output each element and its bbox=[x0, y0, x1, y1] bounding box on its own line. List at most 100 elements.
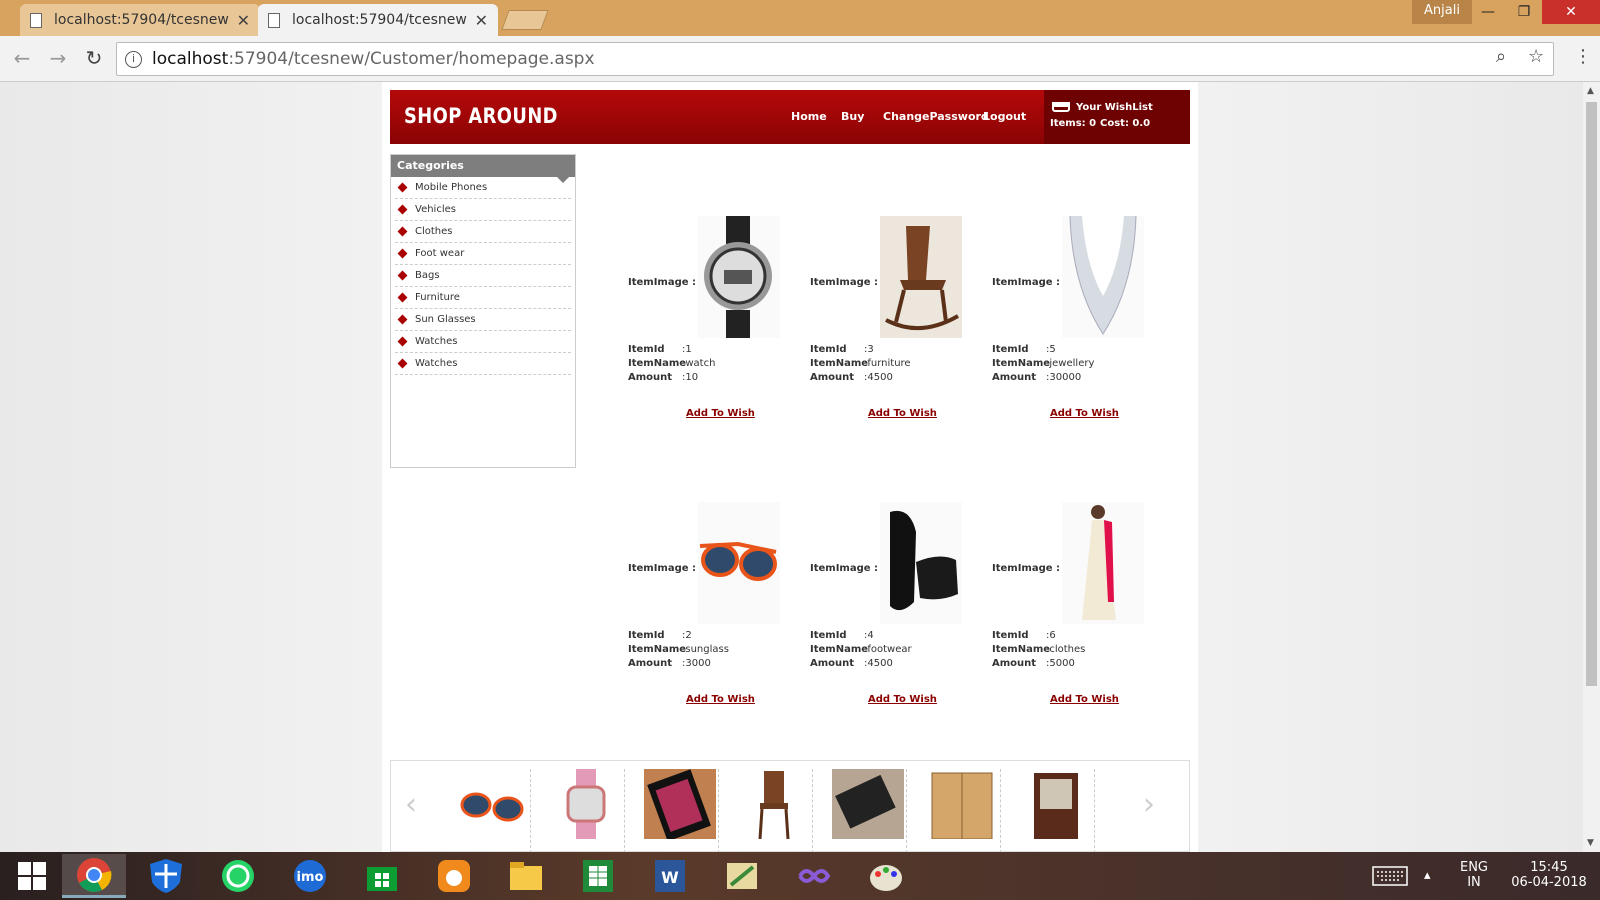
file-explorer-icon[interactable] bbox=[494, 854, 558, 898]
scrollbar-thumb[interactable] bbox=[1586, 102, 1597, 686]
nav-change-password[interactable]: ChangePassword bbox=[883, 110, 989, 123]
svg-text:W: W bbox=[661, 868, 679, 887]
reload-icon[interactable]: ↻ bbox=[80, 46, 108, 70]
carousel-item[interactable] bbox=[827, 769, 907, 852]
carousel-prev-icon[interactable]: ‹ bbox=[405, 787, 417, 822]
visual-studio-icon[interactable] bbox=[782, 854, 846, 898]
carousel-item[interactable] bbox=[545, 769, 625, 852]
product-card: ItemImage : ItemId:6 ItemName:clothes Am… bbox=[992, 502, 1172, 742]
item-id: :2 bbox=[682, 630, 692, 641]
keyboard-icon[interactable] bbox=[1372, 866, 1408, 890]
tool-icon[interactable] bbox=[710, 854, 774, 898]
category-item[interactable]: Sun Glasses bbox=[395, 309, 571, 331]
forward-icon[interactable]: → bbox=[44, 46, 72, 70]
tag-icon bbox=[397, 182, 408, 193]
maximize-button[interactable]: ❐ bbox=[1506, 0, 1542, 24]
amount-label: Amount bbox=[992, 372, 1037, 383]
nav-home[interactable]: Home bbox=[791, 110, 827, 123]
new-tab-button[interactable] bbox=[501, 10, 549, 30]
item-name: :jewellery bbox=[1046, 358, 1095, 369]
carousel-next-icon[interactable]: › bbox=[1143, 787, 1155, 822]
wardrobe-thumb bbox=[931, 772, 993, 839]
pink-watch-thumb bbox=[566, 769, 606, 839]
sunglasses-image bbox=[698, 502, 780, 624]
category-item[interactable]: Watches bbox=[395, 331, 571, 353]
item-name: :footwear bbox=[864, 644, 912, 655]
tag-icon bbox=[397, 314, 408, 325]
category-item[interactable]: Mobile Phones bbox=[395, 177, 571, 199]
product-card: ItemImage : ItemId:1 ItemName:watch Amou… bbox=[628, 216, 808, 456]
category-item[interactable]: Bags bbox=[395, 265, 571, 287]
item-amount: :3000 bbox=[682, 658, 711, 669]
svg-text:imo: imo bbox=[297, 870, 324, 885]
scroll-down-icon[interactable]: ▼ bbox=[1587, 838, 1594, 848]
site-logo[interactable]: SHOP AROUND bbox=[404, 104, 558, 128]
nav-buy[interactable]: Buy bbox=[841, 110, 864, 123]
url-path: :57904/tcesnew/Customer/homepage.aspx bbox=[228, 49, 595, 69]
amount-label: Amount bbox=[810, 372, 855, 383]
whatsapp-icon[interactable] bbox=[206, 854, 270, 898]
product-card: ItemImage : ItemId:5 ItemName:jewellery … bbox=[992, 216, 1172, 456]
chrome-icon[interactable] bbox=[62, 854, 126, 898]
add-to-wish-link[interactable]: Add To Wish bbox=[686, 408, 755, 419]
imo-icon[interactable]: imo bbox=[278, 854, 342, 898]
date: 06-04-2018 bbox=[1511, 875, 1587, 890]
add-to-wish-link[interactable]: Add To Wish bbox=[686, 694, 755, 705]
add-to-wish-link[interactable]: Add To Wish bbox=[868, 694, 937, 705]
tab-2[interactable]: localhost:57904/tcesnew/ ✕ bbox=[258, 4, 498, 36]
item-name-label: ItemName bbox=[992, 644, 1051, 655]
item-name-label: ItemName bbox=[628, 358, 687, 369]
time: 15:45 bbox=[1530, 860, 1568, 875]
product-card: ItemImage : ItemId:4 ItemName:footwear A… bbox=[810, 502, 990, 742]
clock[interactable]: 15:45 06-04-2018 bbox=[1506, 860, 1592, 890]
excel-icon[interactable] bbox=[566, 854, 630, 898]
tab-title: localhost:57904/tcesnew/ bbox=[54, 12, 229, 28]
start-icon[interactable] bbox=[0, 854, 64, 898]
bookmark-star-icon[interactable]: ☆ bbox=[1528, 46, 1544, 67]
zoom-icon[interactable]: ⌕ bbox=[1496, 46, 1506, 67]
add-to-wish-link[interactable]: Add To Wish bbox=[1050, 408, 1119, 419]
vertical-scrollbar[interactable]: ▲ ▼ bbox=[1583, 82, 1600, 852]
close-window-button[interactable]: ✕ bbox=[1542, 0, 1600, 24]
category-item[interactable]: Watches bbox=[395, 353, 571, 375]
carousel-item[interactable] bbox=[451, 769, 531, 852]
minimize-button[interactable]: — bbox=[1470, 0, 1506, 24]
item-id-label: ItemId bbox=[810, 344, 847, 355]
close-icon[interactable]: ✕ bbox=[475, 11, 488, 30]
wishlist-summary[interactable]: Your WishList Items: 0 Cost: 0.0 bbox=[1044, 90, 1190, 144]
category-item[interactable]: Vehicles bbox=[395, 199, 571, 221]
site-header: SHOP AROUND Home Buy ChangePassword Logo… bbox=[390, 90, 1190, 144]
tab-1[interactable]: localhost:57904/tcesnew/ ✕ bbox=[20, 4, 260, 36]
windows-taskbar: imo W ▴ ENG IN 15:45 06-04-2018 bbox=[0, 852, 1600, 900]
defender-icon[interactable] bbox=[134, 854, 198, 898]
amount-label: Amount bbox=[628, 658, 673, 669]
category-item[interactable]: Foot wear bbox=[395, 243, 571, 265]
info-icon[interactable]: i bbox=[125, 50, 142, 68]
back-icon[interactable]: ← bbox=[8, 46, 36, 70]
show-hidden-icons[interactable]: ▴ bbox=[1424, 868, 1431, 883]
close-icon[interactable]: ✕ bbox=[237, 11, 250, 30]
word-icon[interactable]: W bbox=[638, 854, 702, 898]
address-bar[interactable]: i localhost:57904/tcesnew/Customer/homep… bbox=[116, 42, 1554, 76]
carousel-item[interactable] bbox=[733, 769, 813, 852]
carousel-item[interactable] bbox=[1015, 769, 1095, 852]
menu-icon[interactable]: ⋮ bbox=[1574, 46, 1592, 67]
uc-browser-icon[interactable] bbox=[422, 854, 486, 898]
categories-title: Categories bbox=[391, 155, 575, 183]
browser-title-bar: localhost:57904/tcesnew/ ✕ localhost:579… bbox=[0, 0, 1600, 36]
add-to-wish-link[interactable]: Add To Wish bbox=[1050, 694, 1119, 705]
profile-user[interactable]: Anjali bbox=[1412, 0, 1472, 24]
language-indicator[interactable]: ENG IN bbox=[1454, 860, 1494, 890]
paint-icon[interactable] bbox=[854, 854, 918, 898]
nav-logout[interactable]: Logout bbox=[983, 110, 1026, 123]
carousel-item[interactable] bbox=[639, 769, 719, 852]
scroll-up-icon[interactable]: ▲ bbox=[1587, 86, 1594, 96]
carousel-item[interactable] bbox=[921, 769, 1001, 852]
add-to-wish-link[interactable]: Add To Wish bbox=[868, 408, 937, 419]
item-id: :5 bbox=[1046, 344, 1056, 355]
category-item[interactable]: Clothes bbox=[395, 221, 571, 243]
shoe-image bbox=[880, 502, 962, 624]
item-name: :furniture bbox=[864, 358, 911, 369]
category-item[interactable]: Furniture bbox=[395, 287, 571, 309]
store-icon[interactable] bbox=[350, 854, 414, 898]
